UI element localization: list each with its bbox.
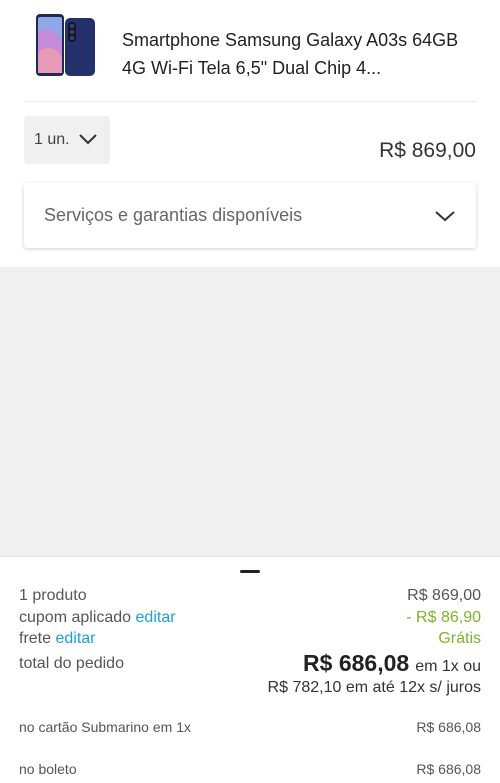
order-summary-panel: 1 produto R$ 869,00 cupom aplicado edita…	[0, 556, 500, 783]
shipping-row: frete editar Grátis	[19, 630, 481, 648]
card-value: R$ 686,08	[416, 719, 481, 735]
boleto-label: no boleto	[19, 761, 77, 777]
installments-text: R$ 782,10 em até 12x s/ juros	[267, 679, 481, 696]
card-payment-row: no cartão Submarino em 1x R$ 686,08	[19, 719, 481, 735]
shipping-value: Grátis	[438, 630, 481, 647]
chevron-down-icon	[435, 211, 455, 222]
quantity-select[interactable]: 1 un.	[24, 116, 110, 164]
products-value: R$ 869,00	[407, 587, 481, 604]
services-warranties-dropdown[interactable]: Serviços e garantias disponíveis	[24, 183, 476, 248]
product-title[interactable]: Smartphone Samsung Galaxy A03s 64GB 4G W…	[122, 26, 482, 82]
products-label: 1 produto	[19, 587, 87, 604]
quantity-value: 1 un.	[34, 131, 70, 148]
product-price: R$ 869,00	[379, 139, 476, 162]
shipping-label: frete	[19, 630, 52, 647]
total-value: R$ 686,08	[303, 650, 410, 676]
drag-handle[interactable]	[240, 570, 260, 573]
product-card: Smartphone Samsung Galaxy A03s 64GB 4G W…	[0, 0, 500, 267]
products-row: 1 produto R$ 869,00	[19, 587, 481, 605]
edit-coupon-link[interactable]: editar	[136, 609, 176, 626]
boleto-value: R$ 686,08	[416, 761, 481, 777]
empty-content-area	[0, 267, 500, 556]
boleto-payment-row: no boleto R$ 686,08	[19, 761, 481, 777]
coupon-value: - R$ 86,90	[406, 609, 481, 626]
total-suffix: em 1x ou	[415, 658, 481, 675]
services-label: Serviços e garantias disponíveis	[44, 205, 303, 225]
divider	[24, 101, 476, 102]
total-label: total do pedido	[19, 655, 124, 672]
total-line: R$ 686,08 em 1x ou	[303, 650, 481, 677]
coupon-label: cupom aplicado	[19, 609, 132, 626]
card-label: no cartão Submarino em 1x	[19, 719, 191, 735]
coupon-row: cupom aplicado editar - R$ 86,90	[19, 609, 481, 627]
chevron-down-icon	[79, 134, 97, 145]
edit-shipping-link[interactable]: editar	[55, 630, 95, 647]
smartphone-thumbnail[interactable]	[32, 12, 100, 80]
